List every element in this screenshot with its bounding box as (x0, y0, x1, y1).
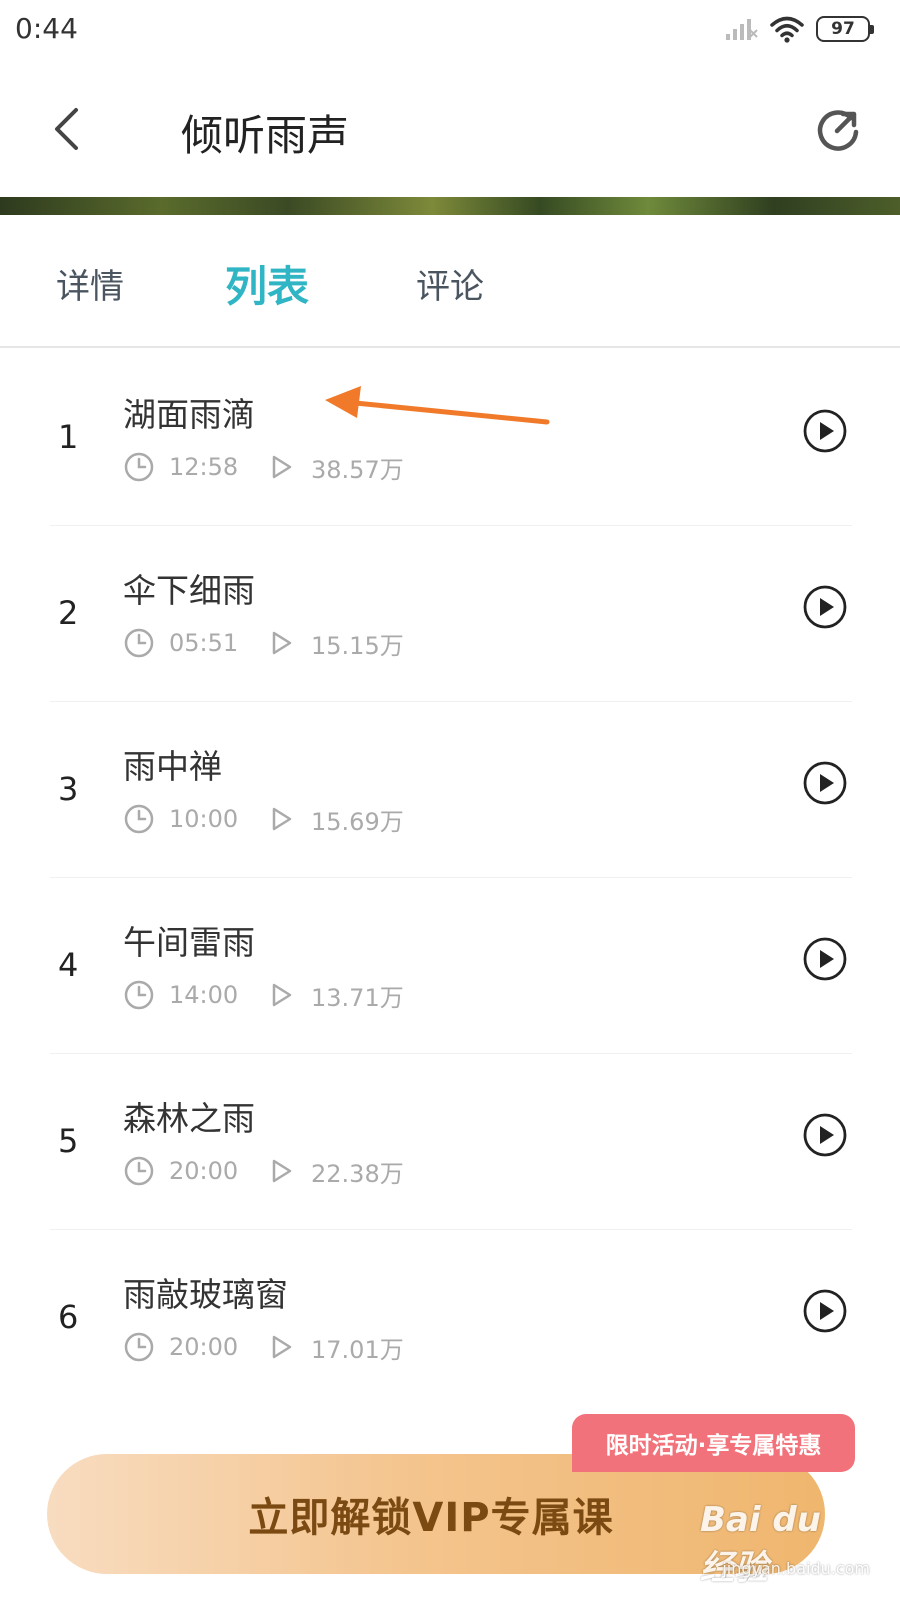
play-count-icon (272, 983, 292, 1007)
track-title: 森林之雨 (123, 1099, 255, 1138)
watermark: Bai du 经验 jingyan.baidu.com (700, 1500, 870, 1588)
play-button-icon[interactable] (802, 1288, 848, 1334)
track-duration: 20:00 (169, 1157, 239, 1185)
clock-icon (124, 980, 154, 1010)
tab-details[interactable]: 详情 (56, 259, 124, 308)
track-duration: 10:00 (169, 805, 239, 833)
clock-icon (124, 1156, 154, 1186)
status-bar: 0:44 97 (0, 0, 900, 62)
play-count-icon (272, 1335, 292, 1359)
play-button-icon[interactable] (802, 1112, 848, 1158)
status-time: 0:44 (15, 12, 78, 45)
play-count-icon (272, 807, 292, 831)
track-title: 雨敲玻璃窗 (123, 1275, 288, 1314)
play-count-icon (272, 631, 292, 655)
cellular-signal-icon (726, 19, 758, 40)
track-plays: 22.38万 (311, 1159, 404, 1188)
play-button-icon[interactable] (802, 408, 848, 454)
clock-icon (124, 1332, 154, 1362)
unlock-vip-label: 立即解锁VIP专属课 (248, 1495, 614, 1541)
battery-level: 97 (831, 19, 855, 39)
track-duration: 12:58 (169, 453, 239, 481)
wifi-icon (770, 16, 804, 43)
tab-comments[interactable]: 评论 (416, 259, 484, 308)
track-index: 5 (58, 1122, 79, 1160)
clock-icon (124, 452, 154, 482)
track-row[interactable]: 5 森林之雨 20:00 22.38万 (0, 1054, 900, 1230)
cover-image-strip (0, 197, 900, 215)
share-icon (817, 110, 859, 151)
track-duration: 14:00 (169, 981, 239, 1009)
track-meta: 10:00 15.69万 (123, 802, 404, 836)
track-index: 2 (58, 594, 79, 632)
track-duration: 05:51 (169, 629, 239, 657)
clock-icon (124, 804, 154, 834)
play-button-icon[interactable] (802, 760, 848, 806)
track-row[interactable]: 3 雨中禅 10:00 15.69万 (0, 702, 900, 878)
vip-area: 立即解锁VIP专属课 限时活动·享专属特惠 Bai du 经验 jingyan.… (0, 1400, 900, 1600)
track-index: 3 (58, 770, 79, 808)
track-title: 午间雷雨 (123, 923, 255, 962)
play-button-icon[interactable] (802, 936, 848, 982)
track-row[interactable]: 2 伞下细雨 05:51 15.15万 (0, 526, 900, 702)
track-meta: 20:00 17.01万 (123, 1330, 404, 1364)
tab-list[interactable]: 列表 (225, 253, 309, 314)
track-row[interactable]: 1 湖面雨滴 12:58 38.57万 (0, 350, 900, 526)
status-icons: 97 (724, 14, 874, 44)
track-index: 1 (58, 418, 79, 456)
play-button-icon[interactable] (802, 584, 848, 630)
track-meta: 14:00 13.71万 (123, 978, 404, 1012)
track-duration: 20:00 (169, 1333, 239, 1361)
promo-badge: 限时活动·享专属特惠 (572, 1414, 855, 1472)
chevron-left-icon (55, 108, 78, 150)
tab-bar: 详情 列表 评论 (0, 215, 900, 348)
track-plays: 38.57万 (311, 455, 404, 484)
watermark-url: jingyan.baidu.com (722, 1559, 870, 1578)
track-index: 6 (58, 1298, 79, 1336)
track-plays: 15.69万 (311, 807, 404, 836)
track-plays: 17.01万 (311, 1335, 404, 1364)
battery-icon: 97 (816, 16, 874, 42)
track-title: 伞下细雨 (123, 571, 255, 610)
share-button[interactable] (811, 102, 865, 156)
track-meta: 12:58 38.57万 (123, 450, 404, 484)
play-count-icon (272, 1159, 292, 1183)
track-plays: 15.15万 (311, 631, 404, 660)
page-title: 倾听雨声 (181, 111, 350, 160)
nav-bar: 倾听雨声 (0, 62, 900, 197)
track-title: 雨中禅 (123, 747, 222, 786)
track-title: 湖面雨滴 (123, 395, 255, 434)
track-meta: 20:00 22.38万 (123, 1154, 404, 1188)
track-meta: 05:51 15.15万 (123, 626, 404, 660)
back-button[interactable] (45, 98, 95, 158)
track-plays: 13.71万 (311, 983, 404, 1012)
clock-icon (124, 628, 154, 658)
track-index: 4 (58, 946, 79, 984)
track-row[interactable]: 4 午间雷雨 14:00 13.71万 (0, 878, 900, 1054)
track-row[interactable]: 6 雨敲玻璃窗 20:00 17.01万 (0, 1230, 900, 1406)
play-count-icon (272, 455, 292, 479)
track-list: 1 湖面雨滴 12:58 38.57万 2 伞下细雨 05:51 15.15万 … (0, 350, 900, 1406)
